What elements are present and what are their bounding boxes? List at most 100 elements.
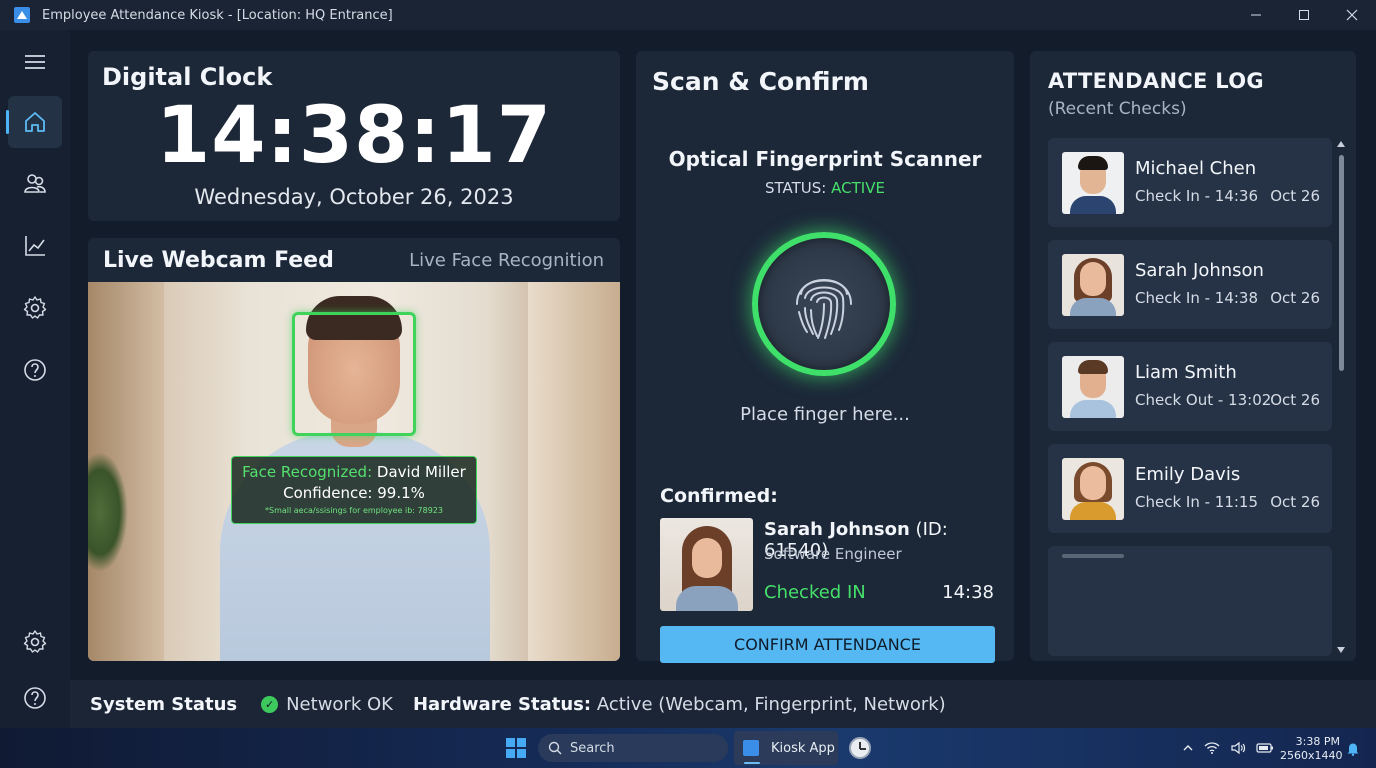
hardware-status: Hardware Status: Active (Webcam, Fingerp… [413, 694, 946, 715]
maximize-icon [1299, 10, 1309, 20]
scanner-prompt: Place finger here... [740, 404, 910, 425]
face-recognized-line: Face Recognized: David Miller [232, 463, 476, 481]
taskbar-search[interactable]: Search [538, 734, 728, 762]
sidebar-item-settings-bottom[interactable] [8, 616, 62, 668]
network-status: ✓ Network OK [261, 694, 393, 715]
clock-app-icon[interactable] [849, 737, 871, 759]
taskbar-search-label: Search [570, 740, 615, 756]
avatar-body [1070, 400, 1116, 418]
scan-title: Scan & Confirm [652, 67, 869, 96]
scroll-down-icon[interactable] [1337, 647, 1345, 653]
sidebar-item-home[interactable] [6, 96, 62, 148]
gear-icon [23, 296, 47, 319]
list-item[interactable]: Sarah Johnson Check In - 14:38 Oct 26 [1048, 240, 1332, 329]
windows-logo-icon [517, 749, 526, 758]
sidebar-item-help[interactable] [8, 344, 62, 396]
avatar [1062, 254, 1124, 316]
minimize-button[interactable] [1232, 0, 1280, 30]
avatar-body [1070, 502, 1116, 520]
face-recognized-prefix: Face Recognized: [242, 463, 373, 481]
sidebar-menu-button[interactable] [8, 36, 62, 88]
taskbar-clock[interactable]: 3:38 PM 2560x1440 [1280, 735, 1343, 763]
system-status-bar: System Status ✓ Network OK Hardware Stat… [70, 680, 1376, 728]
avatar-hair [1078, 360, 1108, 374]
log-subtitle: (Recent Checks) [1048, 99, 1187, 119]
hardware-status-value: Active (Webcam, Fingerprint, Network) [596, 693, 946, 715]
app-logo-icon [14, 7, 30, 23]
list-item[interactable]: Michael Chen Check In - 14:36 Oct 26 [1048, 138, 1332, 227]
taskbar-app-label: Kiosk App [771, 740, 835, 756]
chevron-up-icon[interactable] [1182, 742, 1194, 754]
webcam-title: Live Webcam Feed [103, 248, 334, 273]
sidebar-item-settings[interactable] [8, 282, 62, 334]
help-icon [24, 359, 46, 381]
taskbar-kiosk-app[interactable]: Kiosk App [734, 731, 838, 765]
webcam-card: Live Webcam Feed Live Face Recognition F… [88, 238, 620, 661]
scroll-up-icon[interactable] [1337, 141, 1345, 147]
taskbar-time: 3:38 PM [1295, 735, 1340, 748]
scanner-status-label: STATUS: [765, 179, 827, 197]
log-entry-detail: Check In - 14:38 [1135, 289, 1259, 307]
log-entry-name: Emily Davis [1135, 464, 1241, 485]
hamburger-menu-icon [25, 55, 45, 69]
windows-logo-icon [517, 738, 526, 747]
fingerprint-scanner-pad[interactable] [752, 232, 896, 376]
list-item[interactable]: Liam Smith Check Out - 13:02 Oct 26 [1048, 342, 1332, 431]
log-scrollbar[interactable] [1337, 141, 1345, 653]
sidebar-item-users[interactable] [8, 158, 62, 210]
avatar-face [1080, 466, 1106, 500]
confirmed-time: 14:38 [942, 582, 994, 603]
log-title: ATTENDANCE LOG [1048, 69, 1264, 93]
background-pillar [528, 282, 620, 661]
avatar-hair [1078, 156, 1108, 170]
sidebar-item-reports[interactable] [8, 220, 62, 272]
confirmed-role: Software Engineer [764, 545, 902, 563]
users-icon [24, 174, 46, 193]
face-detection-box [292, 312, 416, 436]
webcam-subtitle: Live Face Recognition [409, 250, 604, 271]
background-plant [88, 452, 128, 572]
maximize-button[interactable] [1280, 0, 1328, 30]
log-entry-date: Oct 26 [1270, 289, 1320, 307]
sidebar [0, 30, 70, 728]
volume-icon[interactable] [1230, 741, 1246, 755]
taskbar: Search Kiosk App 3:38 PM 2560x1440 [0, 728, 1376, 768]
taskbar-resolution: 2560x1440 [1280, 749, 1343, 762]
chart-icon [25, 236, 45, 256]
scanner-status-value: ACTIVE [831, 179, 885, 197]
avatar [1062, 152, 1124, 214]
wifi-icon[interactable] [1204, 741, 1220, 755]
notification-bell-icon[interactable] [1346, 741, 1360, 756]
log-entry-detail: Check Out - 13:02 [1135, 391, 1272, 409]
list-item-placeholder [1062, 554, 1124, 558]
sidebar-item-help-bottom[interactable] [8, 672, 62, 724]
scanner-status: STATUS: ACTIVE [636, 179, 1014, 197]
gear-icon [23, 630, 47, 653]
avatar-face [1080, 262, 1106, 296]
minimize-icon [1251, 14, 1261, 16]
title-bar: Employee Attendance Kiosk - [Location: H… [0, 0, 1376, 30]
confirmed-employee-photo [660, 518, 753, 611]
start-button[interactable] [506, 738, 526, 758]
log-entry-date: Oct 26 [1270, 187, 1320, 205]
face-recognition-panel: Face Recognized: David Miller Confidence… [231, 456, 477, 524]
help-icon [24, 687, 46, 709]
scanner-title: Optical Fingerprint Scanner [668, 147, 982, 171]
windows-logo-icon [506, 749, 515, 758]
avatar [1062, 356, 1124, 418]
system-status-label: System Status [90, 693, 238, 715]
scroll-thumb[interactable] [1339, 155, 1344, 371]
confirm-attendance-button[interactable]: CONFIRM ATTENDANCE [660, 626, 995, 663]
confirmed-state: Checked IN [764, 582, 866, 603]
webcam-feed: Face Recognized: David Miller Confidence… [88, 282, 620, 661]
photo-body [676, 586, 738, 611]
list-item[interactable] [1048, 546, 1332, 656]
close-button[interactable] [1328, 0, 1376, 30]
hardware-status-label: Hardware Status: [412, 693, 592, 715]
battery-icon[interactable] [1256, 742, 1274, 754]
scan-confirm-card: Scan & Confirm Optical Fingerprint Scann… [636, 51, 1014, 663]
network-status-text: Network OK [286, 693, 393, 715]
photo-face [692, 538, 722, 578]
avatar-body [1070, 298, 1116, 316]
list-item[interactable]: Emily Davis Check In - 11:15 Oct 26 [1048, 444, 1332, 533]
